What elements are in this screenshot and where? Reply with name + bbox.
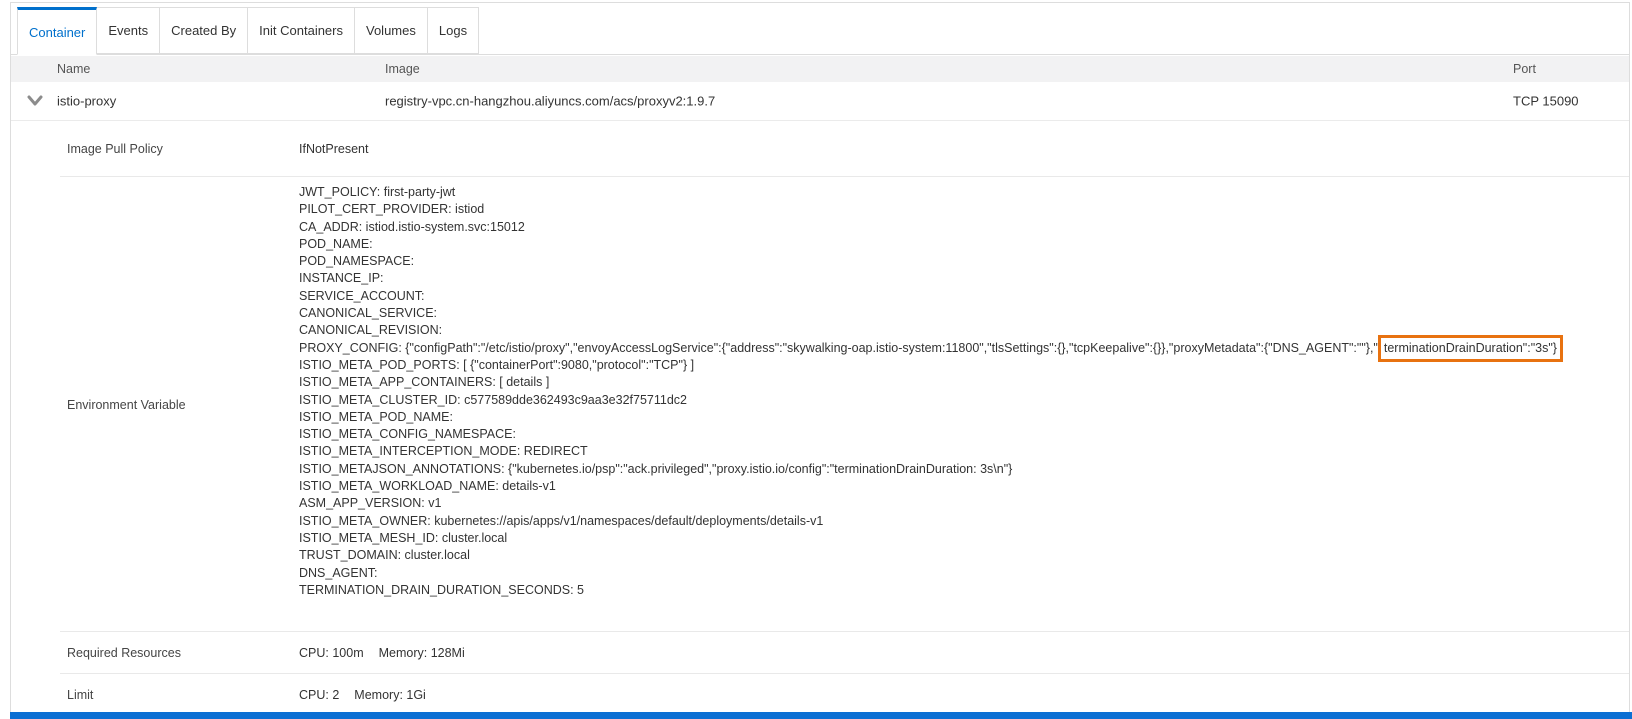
env-var-line: ISTIO_META_POD_NAME: bbox=[299, 409, 453, 424]
required-resources-value: CPU: 100m Memory: 128Mi bbox=[299, 646, 465, 660]
detail-row-required-resources: Required Resources CPU: 100m Memory: 128M… bbox=[11, 632, 1629, 674]
detail-row-limit: Limit CPU: 2 Memory: 1Gi bbox=[11, 674, 1629, 715]
tab-container[interactable]: Container bbox=[17, 7, 98, 55]
env-var-line: DNS_AGENT: bbox=[299, 565, 378, 580]
container-name: istio-proxy bbox=[57, 93, 117, 109]
env-var-text: PROXY_CONFIG: {"configPath":"/etc/istio/… bbox=[299, 340, 1378, 355]
required-resources-memory: Memory: 128Mi bbox=[378, 646, 465, 660]
required-resources-label: Required Resources bbox=[67, 646, 181, 660]
detail-row-image-pull-policy: Image Pull Policy IfNotPresent bbox=[11, 121, 1629, 177]
env-var-line: ISTIO_META_CONFIG_NAMESPACE: bbox=[299, 427, 516, 442]
column-header-port: Port bbox=[1513, 62, 1536, 76]
container-details-panel: Container Events Created By Init Containers… bbox=[10, 2, 1630, 719]
tab-events[interactable]: Events bbox=[96, 7, 161, 54]
column-header-image: Image bbox=[385, 62, 420, 76]
env-var-line: PROXY_CONFIG: {"configPath":"/etc/istio/… bbox=[299, 334, 1629, 362]
table-header: Name Image Port bbox=[11, 56, 1629, 82]
env-var-line: ISTIO_META_APP_CONTAINERS: [ details ] bbox=[299, 375, 550, 390]
container-port: TCP 15090 bbox=[1513, 93, 1579, 109]
required-resources-cpu: CPU: 100m bbox=[299, 646, 364, 660]
column-header-name: Name bbox=[57, 62, 91, 76]
env-var-line: JWT_POLICY: first-party-jwt bbox=[299, 185, 456, 199]
env-var-line: ISTIO_META_WORKLOAD_NAME: details-v1 bbox=[299, 479, 556, 494]
container-image: registry-vpc.cn-hangzhou.aliyuncs.com/ac… bbox=[385, 93, 716, 109]
image-pull-policy-label: Image Pull Policy bbox=[67, 142, 163, 156]
detail-row-environment-variable: Environment Variable JWT_POLICY: first-p… bbox=[11, 177, 1629, 632]
env-var-line: POD_NAME: bbox=[299, 236, 373, 251]
env-var-line: INSTANCE_IP: bbox=[299, 271, 384, 286]
table-row: istio-proxy registry-vpc.cn-hangzhou.ali… bbox=[11, 82, 1629, 121]
limit-value: CPU: 2 Memory: 1Gi bbox=[299, 688, 426, 702]
env-var-line: ISTIO_META_OWNER: kubernetes://apis/apps… bbox=[299, 513, 824, 528]
env-var-line: PILOT_CERT_PROVIDER: istiod bbox=[299, 202, 485, 217]
env-var-line: ISTIO_META_INTERCEPTION_MODE: REDIRECT bbox=[299, 444, 588, 459]
env-var-line: ASM_APP_VERSION: v1 bbox=[299, 496, 442, 511]
env-var-line: POD_NAMESPACE: bbox=[299, 254, 415, 269]
env-var-line: TRUST_DOMAIN: cluster.local bbox=[299, 548, 470, 563]
tab-created-by[interactable]: Created By bbox=[159, 7, 249, 54]
env-var-line: ISTIO_METAJSON_ANNOTATIONS: {"kubernetes… bbox=[299, 461, 1013, 476]
limit-label: Limit bbox=[67, 687, 94, 702]
env-var-line: TERMINATION_DRAIN_DURATION_SECONDS: 5 bbox=[299, 582, 584, 597]
env-var-line: SERVICE_ACCOUNT: bbox=[299, 288, 425, 303]
termination-drain-duration-highlight: terminationDrainDuration":"3s"} bbox=[1377, 334, 1563, 362]
env-var-line: CA_ADDR: istiod.istio-system.svc:15012 bbox=[299, 219, 525, 234]
environment-variable-label: Environment Variable bbox=[67, 397, 186, 412]
env-var-line: ISTIO_META_CLUSTER_ID: c577589dde362493c… bbox=[299, 392, 687, 407]
image-pull-policy-value: IfNotPresent bbox=[299, 142, 369, 156]
env-var-line: ISTIO_META_MESH_ID: cluster.local bbox=[299, 530, 508, 545]
limit-cpu: CPU: 2 bbox=[299, 687, 340, 702]
environment-variable-list: JWT_POLICY: first-party-jwt PILOT_CERT_PR… bbox=[299, 184, 1629, 599]
chevron-down-icon[interactable] bbox=[27, 95, 43, 107]
tab-init-containers[interactable]: Init Containers bbox=[247, 7, 355, 54]
tab-volumes[interactable]: Volumes bbox=[354, 7, 428, 54]
env-var-line: CANONICAL_SERVICE: bbox=[299, 306, 438, 321]
limit-memory: Memory: 1Gi bbox=[354, 687, 426, 702]
tab-bar: Container Events Created By Init Containers… bbox=[11, 7, 1629, 55]
tab-logs[interactable]: Logs bbox=[426, 7, 480, 54]
bottom-accent-bar bbox=[10, 712, 1632, 719]
